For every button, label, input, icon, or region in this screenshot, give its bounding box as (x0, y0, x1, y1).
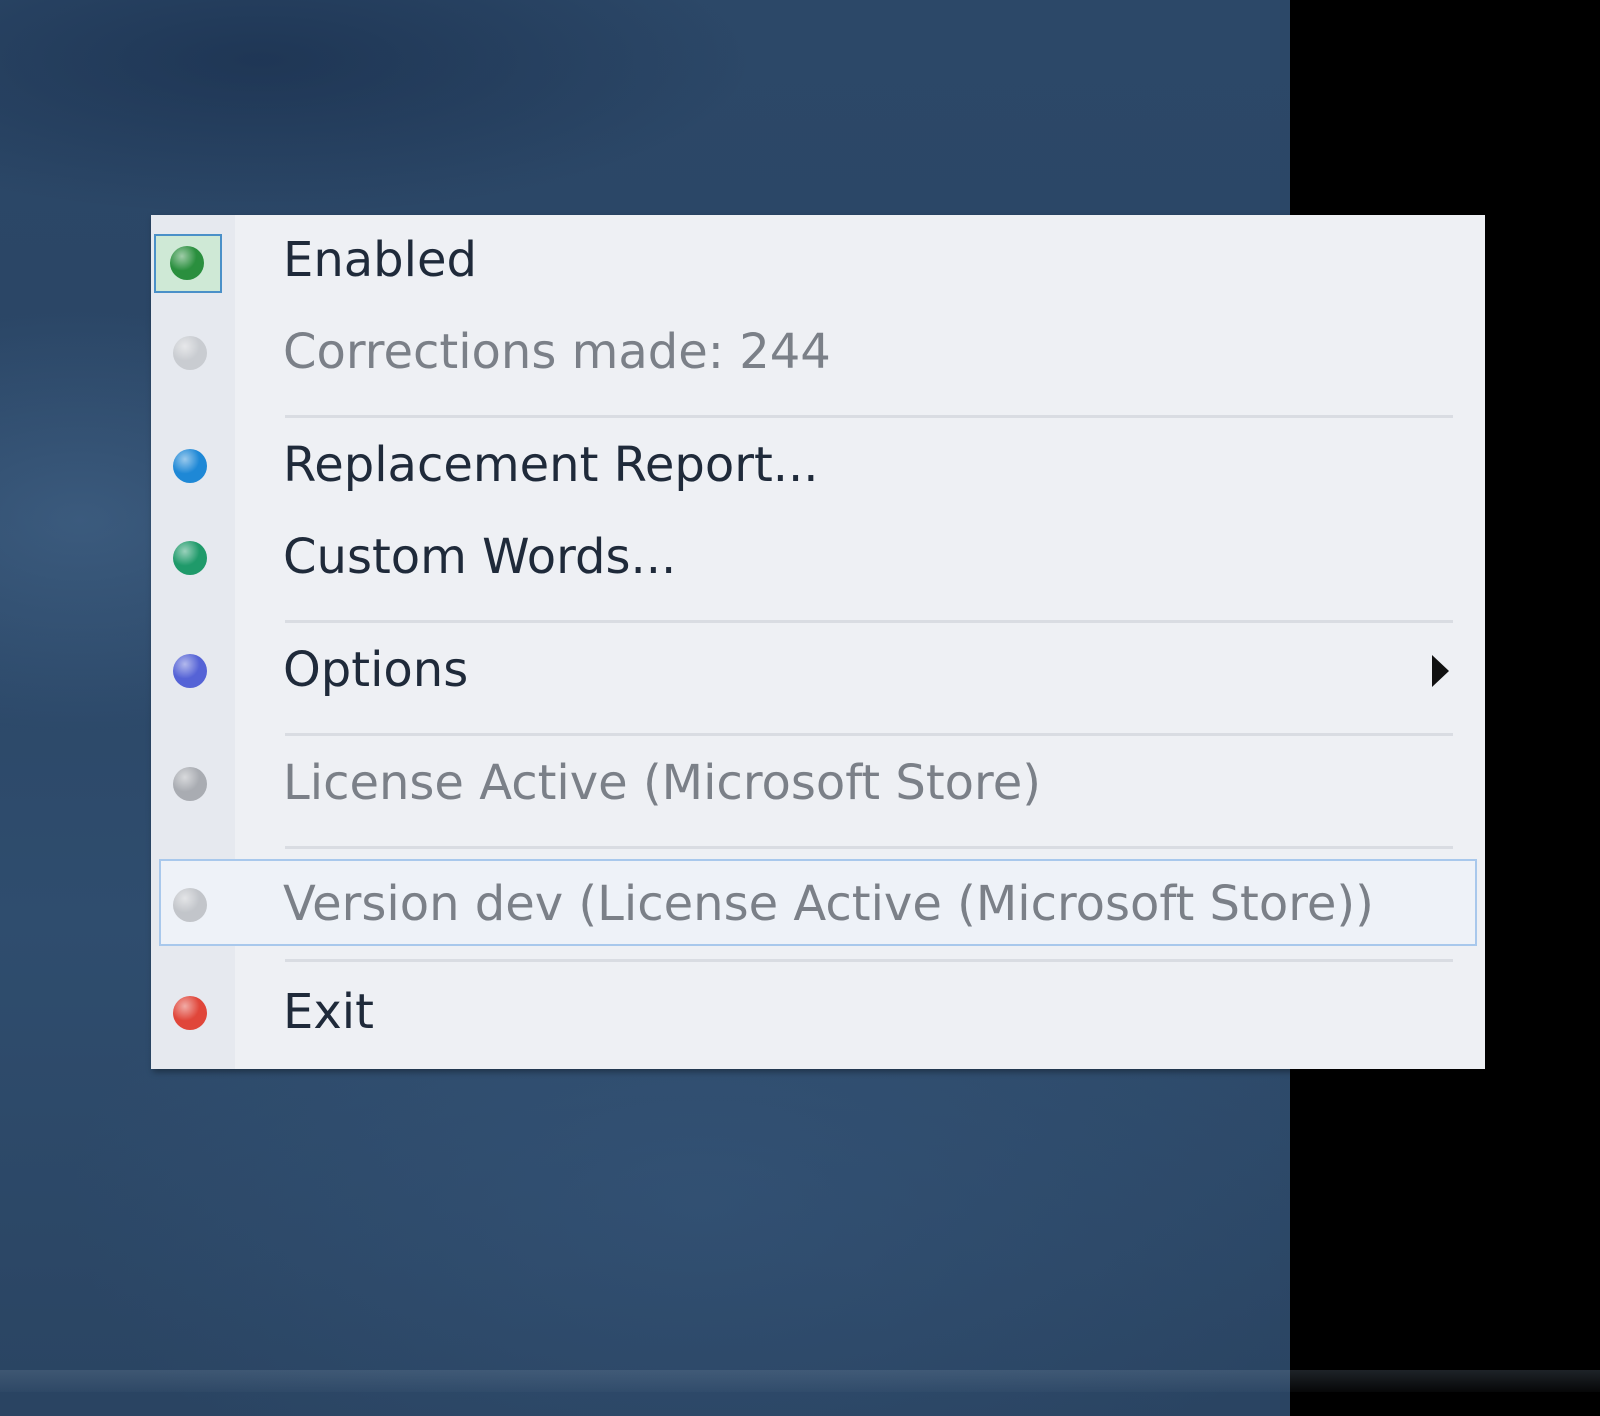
menu-item-label: Custom Words... (283, 529, 677, 585)
taskbar-edge (0, 1370, 1600, 1392)
menu-separator (285, 620, 1453, 623)
menu-item-custom-words[interactable]: Custom Words... (151, 512, 1485, 602)
status-dot-icon (170, 246, 204, 280)
menu-separator (285, 415, 1453, 418)
menu-item-exit[interactable]: Exit (151, 967, 1485, 1057)
menu-item-replacement-report[interactable]: Replacement Report... (151, 420, 1485, 510)
tray-context-menu: Enabled Corrections made: 244 Replacemen… (151, 215, 1485, 1069)
menu-item-version[interactable]: Version dev (License Active (Microsoft S… (151, 859, 1485, 949)
options-dot-icon (173, 654, 207, 688)
menu-item-label: Corrections made: 244 (283, 324, 831, 380)
report-dot-icon (173, 449, 207, 483)
status-dot-icon (173, 336, 207, 370)
menu-item-license-status: License Active (Microsoft Store) (151, 738, 1485, 828)
license-dot-icon (173, 767, 207, 801)
menu-separator (285, 959, 1453, 962)
menu-item-label: Replacement Report... (283, 437, 819, 493)
menu-separator (285, 733, 1453, 736)
exit-dot-icon (173, 996, 207, 1030)
version-dot-icon (173, 888, 207, 922)
checked-indicator (154, 234, 222, 293)
menu-item-corrections-made: Corrections made: 244 (151, 307, 1485, 397)
menu-separator (285, 846, 1453, 849)
menu-item-label: Version dev (License Active (Microsoft S… (283, 876, 1374, 932)
menu-item-label: Options (283, 642, 469, 698)
custom-words-dot-icon (173, 541, 207, 575)
menu-item-label: Enabled (283, 232, 477, 288)
menu-item-options[interactable]: Options (151, 625, 1485, 715)
submenu-arrow-icon (1432, 655, 1449, 687)
menu-item-label: Exit (283, 984, 374, 1040)
menu-item-enabled[interactable]: Enabled (151, 215, 1485, 305)
menu-item-label: License Active (Microsoft Store) (283, 755, 1041, 811)
